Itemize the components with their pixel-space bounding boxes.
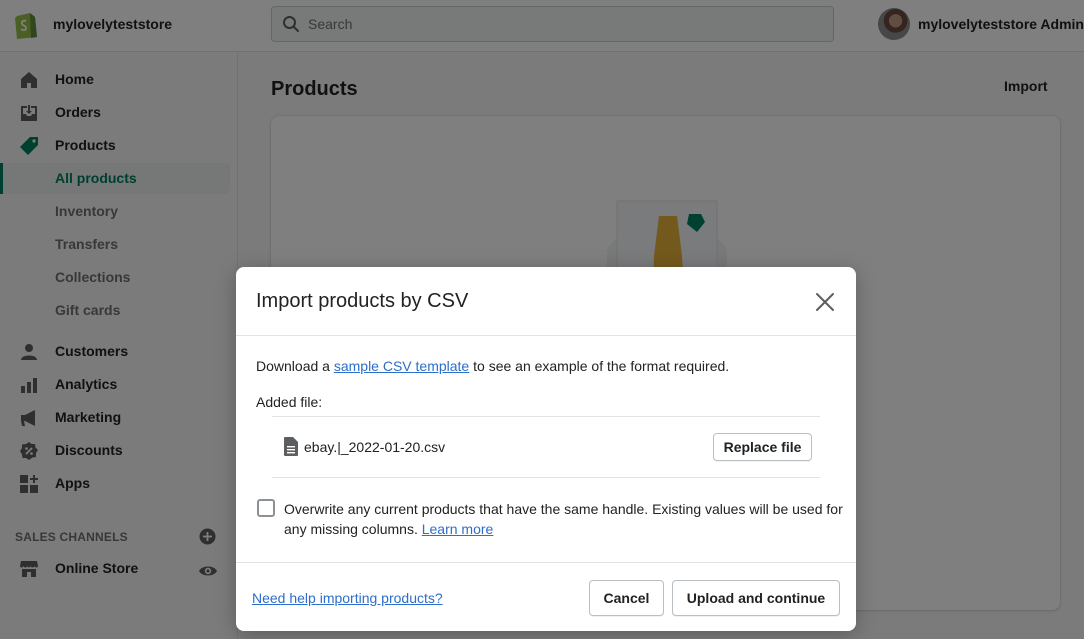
cancel-button[interactable]: Cancel (589, 580, 664, 616)
upload-and-continue-button[interactable]: Upload and continue (672, 580, 840, 616)
replace-file-button[interactable]: Replace file (713, 433, 812, 461)
added-file-row: ebay.|_2022-01-20.csv Replace file (272, 416, 820, 478)
file-name: ebay.|_2022-01-20.csv (304, 439, 446, 455)
file-icon (284, 437, 298, 456)
overwrite-label[interactable]: Overwrite any current products that have… (284, 499, 844, 539)
template-description: Download a sample CSV template to see an… (256, 358, 729, 374)
modal-title: Import products by CSV (256, 290, 469, 312)
overwrite-checkbox[interactable] (257, 499, 275, 517)
modal-footer: Need help importing products? Cancel Upl… (236, 562, 856, 631)
learn-more-link[interactable]: Learn more (422, 521, 494, 537)
help-importing-link[interactable]: Need help importing products? (252, 590, 443, 606)
overwrite-text: Overwrite any current products that have… (284, 501, 843, 537)
import-csv-modal: Import products by CSV Download a sample… (236, 267, 856, 631)
added-file-label: Added file: (256, 394, 323, 410)
sample-csv-link[interactable]: sample CSV template (334, 358, 469, 374)
desc-suffix: to see an example of the format required… (473, 358, 730, 374)
close-icon[interactable] (814, 291, 836, 313)
modal-header: Import products by CSV (236, 267, 856, 336)
desc-prefix: Download a (256, 358, 330, 374)
